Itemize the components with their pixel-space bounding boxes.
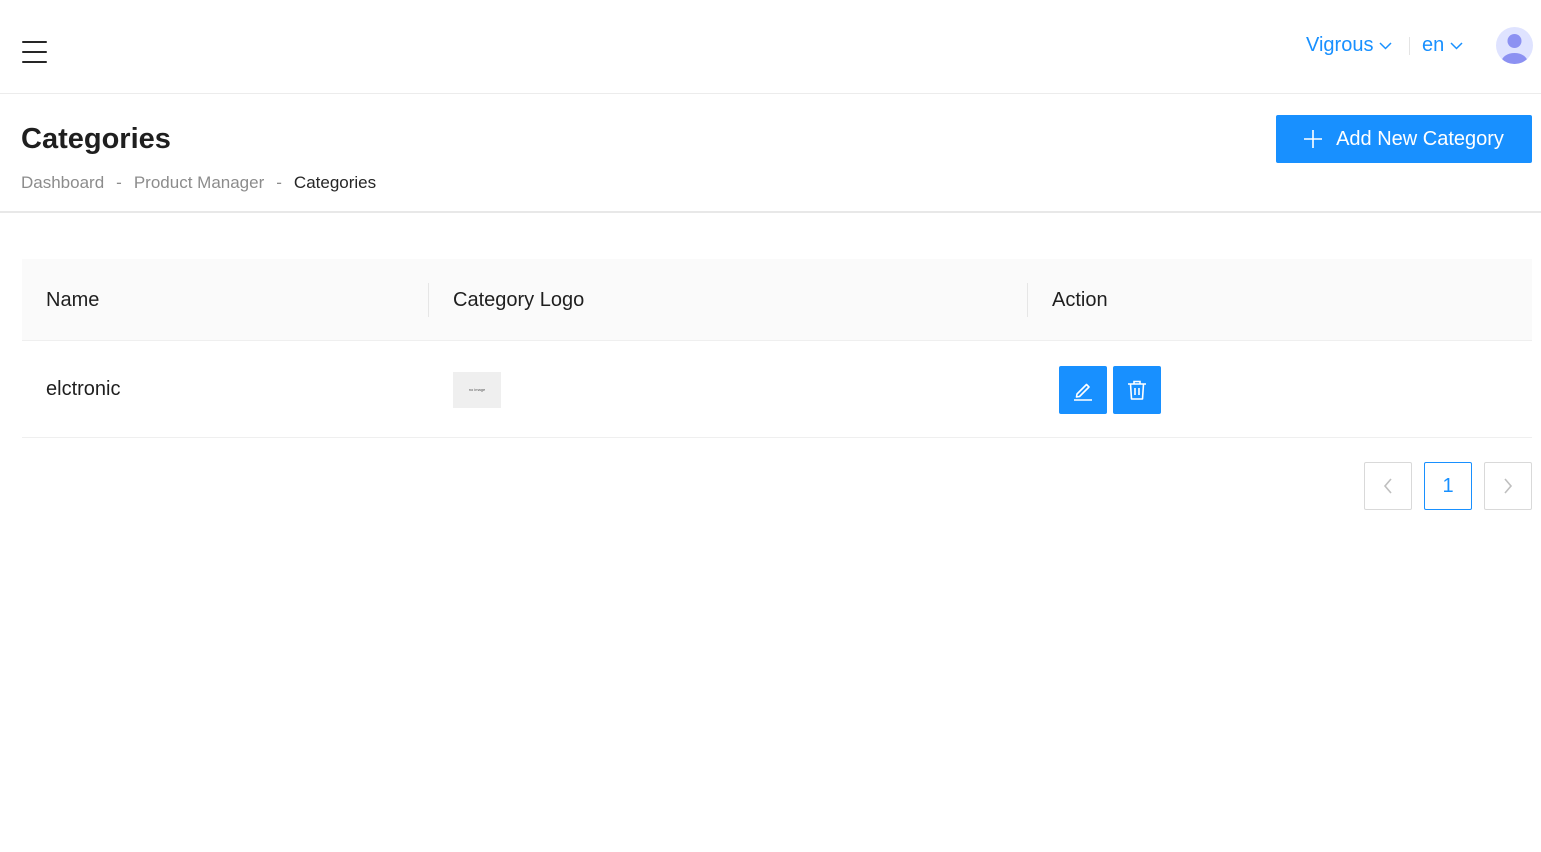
breadcrumb-separator: -: [116, 173, 122, 192]
column-divider: [1027, 283, 1028, 317]
plus-icon: [1304, 130, 1323, 148]
user-avatar-icon[interactable]: [1496, 27, 1533, 64]
pagination: 1: [1364, 462, 1532, 510]
page-title: Categories: [21, 123, 171, 155]
pagination-page-1[interactable]: 1: [1424, 462, 1472, 510]
header-divider: [1409, 37, 1410, 55]
category-logo-cell: no image: [453, 341, 501, 438]
page-header: Categories Dashboard - Product Manager -…: [0, 95, 1541, 213]
pagination-prev-button[interactable]: [1364, 462, 1412, 510]
column-header-action: Action: [1052, 288, 1108, 311]
add-new-category-button[interactable]: Add New Category: [1276, 115, 1532, 163]
delete-button[interactable]: [1113, 365, 1161, 414]
top-bar: Vigrous en: [0, 0, 1541, 94]
language-selector-dropdown[interactable]: en: [1422, 34, 1463, 57]
hamburger-menu-icon[interactable]: [22, 41, 48, 63]
category-logo-placeholder: no image: [453, 371, 501, 408]
pagination-next-button[interactable]: [1484, 462, 1532, 510]
table-row: elctronic no image: [22, 341, 1532, 438]
add-new-category-label: Add New Category: [1336, 127, 1504, 150]
store-selector-label: Vigrous: [1306, 34, 1374, 56]
table-header: Name Category Logo Action: [22, 259, 1532, 341]
action-cell: [1059, 341, 1167, 438]
edit-icon: [1074, 383, 1092, 401]
breadcrumb-separator: -: [276, 173, 282, 192]
categories-table: Name Category Logo Action elctronic no i…: [22, 259, 1532, 438]
chevron-right-icon: [1504, 478, 1513, 494]
column-header-name: Name: [46, 288, 100, 311]
column-header-category-logo: Category Logo: [453, 288, 585, 311]
breadcrumb: Dashboard - Product Manager - Categories: [21, 173, 376, 193]
breadcrumb-item-categories: Categories: [293, 173, 377, 192]
language-selector-label: en: [1422, 34, 1445, 56]
chevron-down-icon: [1379, 41, 1392, 50]
chevron-down-icon: [1450, 41, 1463, 50]
breadcrumb-item-product-manager[interactable]: Product Manager: [134, 173, 264, 193]
trash-icon: [1128, 380, 1146, 400]
column-divider: [428, 283, 429, 317]
store-selector-dropdown[interactable]: Vigrous: [1306, 34, 1392, 57]
edit-button[interactable]: [1059, 365, 1107, 414]
breadcrumb-item-dashboard[interactable]: Dashboard: [21, 173, 104, 193]
category-name-cell: elctronic: [46, 378, 121, 400]
chevron-left-icon: [1383, 478, 1392, 494]
